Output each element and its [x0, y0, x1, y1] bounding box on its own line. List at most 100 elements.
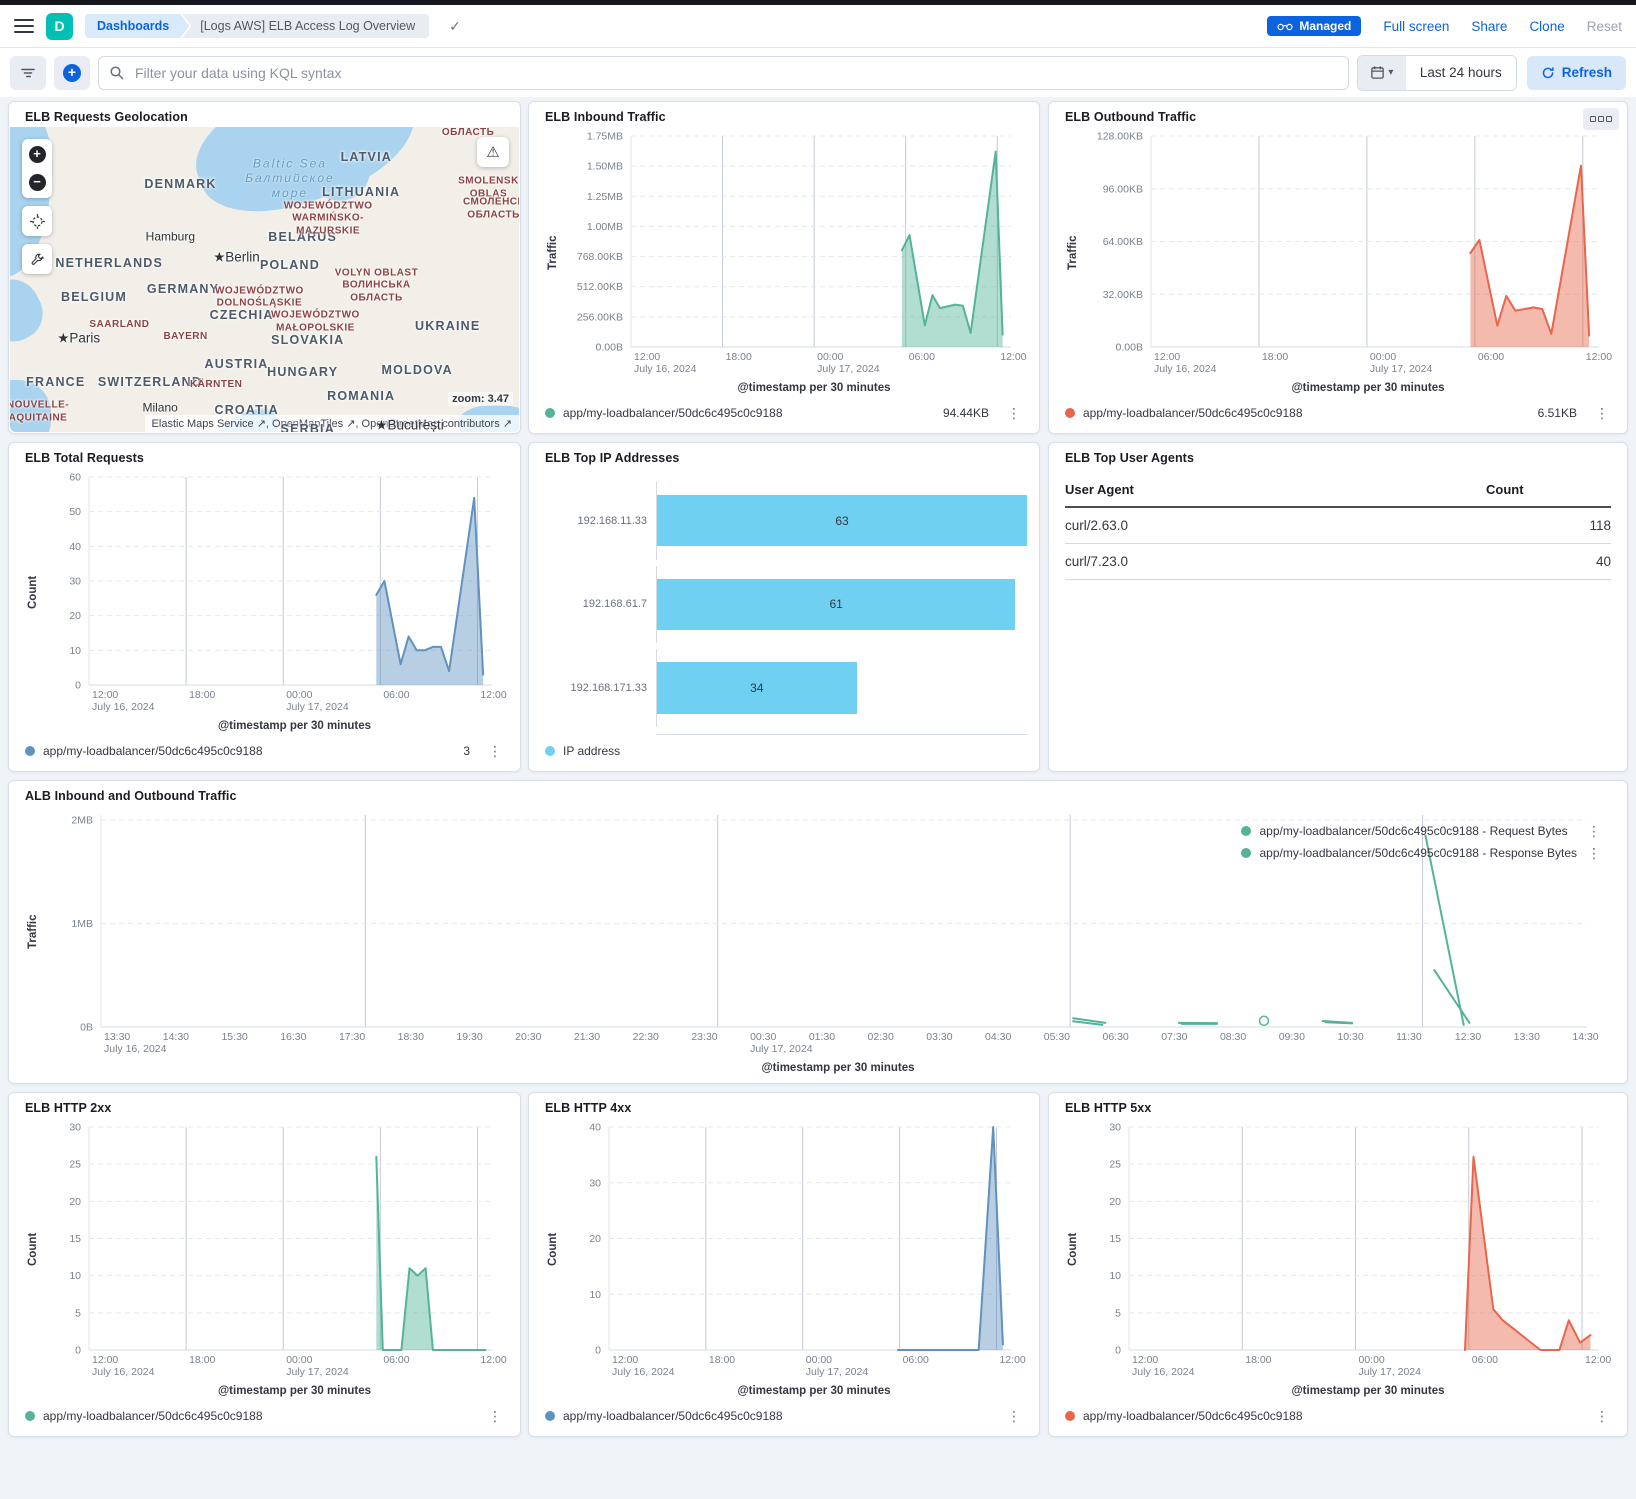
kebab-menu-icon[interactable]: ⋮	[1005, 403, 1023, 423]
x-axis-title: @timestamp per 30 minutes	[1065, 1382, 1611, 1400]
panel-elb-outbound-traffic: ELB Outbound Traffic Traffic 0.00B32.00K…	[1048, 101, 1628, 434]
refresh-button[interactable]: Refresh	[1527, 56, 1626, 90]
map-region-label: VOLYN OBLAST ВОЛИНСЬКА ОБЛАСТЬ	[335, 267, 418, 305]
map-country-label: SWITZERLAND	[98, 375, 202, 391]
map-attribution[interactable]: Elastic Maps Service ↗, OpenMapTiles ↗, …	[145, 415, 519, 432]
panel-title[interactable]: ELB Top IP Addresses	[545, 451, 1027, 465]
legend-dot	[1065, 1411, 1075, 1421]
table-row[interactable]: curl/7.23.040	[1065, 544, 1611, 580]
legend-item: app/my-loadbalancer/50dc6c495c0c918894.4…	[545, 403, 1023, 423]
svg-text:64.00KB: 64.00KB	[1103, 236, 1143, 248]
elb-http-4xx-chart[interactable]: 01020304012:00July 16, 202418:0000:00Jul…	[561, 1117, 1023, 1382]
elb-http-2xx-chart[interactable]: 05101520253012:00July 16, 202418:0000:00…	[41, 1117, 504, 1382]
legend-label[interactable]: IP address	[563, 741, 620, 761]
svg-text:July 16, 2024: July 16, 2024	[612, 1366, 675, 1378]
elb-total-requests-chart[interactable]: 010203040506012:00July 16, 202418:0000:0…	[41, 467, 504, 717]
panel-title[interactable]: ELB HTTP 2xx	[25, 1101, 504, 1115]
panel-title[interactable]: ELB Total Requests	[25, 451, 504, 465]
elb-outbound-traffic-chart[interactable]: 0.00B32.00KB64.00KB96.00KB128.00KB12:00J…	[1081, 126, 1611, 379]
managed-badge[interactable]: Managed	[1267, 16, 1361, 36]
map-country-label: ROMANIA	[327, 389, 395, 405]
panel-elb-http-5xx: ELB HTTP 5xx Count 05101520253012:00July…	[1048, 1092, 1628, 1437]
full-screen-button[interactable]: Full screen	[1383, 19, 1449, 34]
svg-text:12:00: 12:00	[634, 351, 660, 363]
breadcrumb-dashboards[interactable]: Dashboards	[85, 14, 189, 38]
time-range-value[interactable]: Last 24 hours	[1406, 56, 1516, 90]
kebab-menu-icon[interactable]: ⋮	[1585, 821, 1603, 841]
map-tools-button[interactable]	[22, 244, 52, 274]
kebab-menu-icon[interactable]: ⋮	[486, 741, 504, 761]
elb-inbound-traffic-chart[interactable]: 0.00B256.00KB512.00KB768.00KB1.00MB1.25M…	[561, 126, 1023, 379]
elb-http-5xx-chart[interactable]: 05101520253012:00July 16, 202418:0000:00…	[1081, 1117, 1611, 1382]
x-axis-title: @timestamp per 30 minutes	[545, 379, 1023, 397]
map-city-label: ★Paris	[57, 331, 100, 348]
bar[interactable]: 63	[657, 495, 1027, 546]
panel-title[interactable]: ELB HTTP 5xx	[1065, 1101, 1611, 1115]
legend-label[interactable]: app/my-loadbalancer/50dc6c495c0c9188	[1083, 1406, 1303, 1426]
set-view-button[interactable]	[22, 206, 52, 236]
map-region-label: WOJEWÓDZTWO MAŁOPOLSKIE	[271, 310, 360, 335]
panel-title[interactable]: ELB Top User Agents	[1065, 451, 1611, 465]
table-header[interactable]: User Agent	[1065, 473, 1486, 507]
chevron-down-icon: ▾	[1388, 67, 1393, 78]
svg-text:06:00: 06:00	[383, 689, 409, 701]
svg-text:12:00: 12:00	[1585, 1354, 1611, 1366]
legend-label[interactable]: app/my-loadbalancer/50dc6c495c0c9188 - R…	[1259, 843, 1577, 863]
svg-text:0: 0	[595, 1345, 601, 1357]
glasses-icon	[1277, 22, 1293, 31]
calendar-button[interactable]: ▾	[1358, 56, 1406, 90]
legend-label[interactable]: app/my-loadbalancer/50dc6c495c0c9188	[43, 1406, 263, 1426]
map-canvas[interactable]: + − ⚠ zoom: 3.47 Elastic Maps Service ↗,…	[10, 127, 519, 432]
svg-text:July 16, 2024: July 16, 2024	[92, 1366, 155, 1378]
kebab-menu-icon[interactable]: ⋮	[1593, 1406, 1611, 1426]
zoom-out-button[interactable]: −	[29, 174, 46, 191]
elb-top-ip-bar-chart[interactable]: 192.168.11.3363192.168.61.761192.168.171…	[545, 467, 1027, 734]
legend-label[interactable]: app/my-loadbalancer/50dc6c495c0c9188	[563, 403, 783, 423]
legend-label[interactable]: app/my-loadbalancer/50dc6c495c0c9188	[43, 741, 263, 761]
legend-label[interactable]: app/my-loadbalancer/50dc6c495c0c9188 - R…	[1259, 821, 1567, 841]
svg-text:12:00: 12:00	[999, 1354, 1025, 1366]
svg-text:20: 20	[69, 610, 81, 622]
share-button[interactable]: Share	[1471, 19, 1507, 34]
svg-text:14:30: 14:30	[163, 1031, 189, 1043]
legend-dot	[1241, 826, 1251, 836]
bar[interactable]: 61	[657, 579, 1015, 630]
svg-text:60: 60	[69, 472, 81, 484]
map-city-label: Milano	[142, 400, 177, 415]
svg-text:12:00: 12:00	[1000, 351, 1026, 363]
svg-text:15:30: 15:30	[221, 1031, 247, 1043]
kebab-menu-icon[interactable]: ⋮	[486, 1406, 504, 1426]
dashboard-grid: ELB Requests Geolocation + − ⚠	[0, 97, 1636, 1499]
add-filter-button[interactable]: +	[54, 56, 90, 90]
panel-elb-inbound-traffic: ELB Inbound Traffic Traffic 0.00B256.00K…	[528, 101, 1040, 434]
panel-title[interactable]: ELB Outbound Traffic	[1065, 110, 1611, 124]
breadcrumb-dashboard-title[interactable]: [Logs AWS] ELB Access Log Overview	[182, 14, 429, 38]
table-header[interactable]: Count	[1486, 473, 1611, 507]
filter-icon	[20, 65, 36, 81]
space-avatar[interactable]: D	[46, 13, 73, 40]
svg-text:00:00: 00:00	[1370, 351, 1396, 363]
kql-search-input[interactable]	[133, 64, 1338, 82]
y-axis-title: Traffic	[1065, 126, 1081, 379]
search-icon	[109, 65, 125, 81]
reset-button[interactable]: Reset	[1587, 19, 1622, 34]
kebab-menu-icon[interactable]: ⋮	[1585, 843, 1603, 863]
legend-label[interactable]: app/my-loadbalancer/50dc6c495c0c9188	[1083, 403, 1303, 423]
panel-title[interactable]: ELB HTTP 4xx	[545, 1101, 1023, 1115]
panel-elb-total-requests: ELB Total Requests Count 010203040506012…	[8, 442, 521, 772]
kebab-menu-icon[interactable]: ⋮	[1005, 1406, 1023, 1426]
table-row[interactable]: curl/2.63.0118	[1065, 507, 1611, 544]
clone-button[interactable]: Clone	[1529, 19, 1564, 34]
legend-label[interactable]: app/my-loadbalancer/50dc6c495c0c9188	[563, 1406, 783, 1426]
zoom-in-button[interactable]: +	[29, 146, 46, 163]
kebab-menu-icon[interactable]: ⋮	[1593, 403, 1611, 423]
svg-text:15: 15	[69, 1233, 81, 1245]
menu-icon[interactable]	[14, 19, 34, 33]
filter-menu-button[interactable]	[10, 56, 46, 90]
bar[interactable]: 34	[657, 662, 857, 713]
panel-title[interactable]: ELB Inbound Traffic	[545, 110, 1023, 124]
bar-value-label: 34	[750, 681, 763, 695]
panel-title[interactable]: ALB Inbound and Outbound Traffic	[25, 789, 1611, 803]
panel-title[interactable]: ELB Requests Geolocation	[25, 110, 188, 124]
map-warning-button[interactable]: ⚠	[477, 137, 509, 167]
